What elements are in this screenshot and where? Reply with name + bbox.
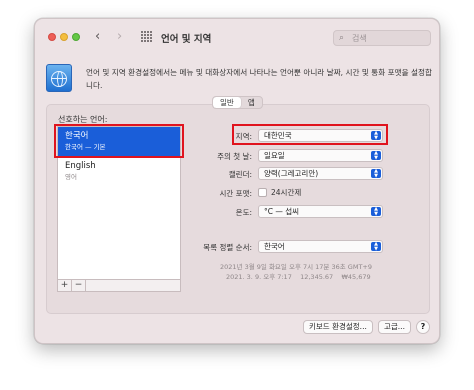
back-arrow-icon[interactable]: ‹: [95, 28, 100, 46]
calendar-value: 양력(그레고리안): [264, 169, 319, 178]
list-sort-value: 한국어: [264, 242, 285, 251]
search-icon: ⌕: [339, 33, 345, 43]
first-day-popup[interactable]: 일요일 ▲ ▼: [258, 149, 383, 162]
pane-description: 언어 및 지역 환경설정에서는 메뉴 및 대화상자에서 나타나는 언어뿐 아니라…: [86, 68, 433, 90]
chevron-updown-icon: ▲ ▼: [371, 169, 381, 178]
search-field[interactable]: ⌕ 검색: [333, 30, 431, 46]
minimize-button[interactable]: [60, 33, 68, 41]
language-sub: 한국어 — 기본: [65, 143, 106, 151]
chevron-updown-icon: ▲ ▼: [371, 242, 381, 251]
language-sub: 영어: [65, 173, 77, 181]
first-day-value: 일요일: [264, 151, 285, 160]
language-name: English: [65, 161, 96, 171]
time-format-label: 시간 포맷:: [219, 189, 252, 198]
sample-date-long: 2021년 3월 9일 화요일 오후 7시 17분 36초 GMT+9: [220, 263, 372, 271]
language-item-english[interactable]: English 영어: [58, 157, 180, 187]
language-list[interactable]: 한국어 한국어 — 기본 English 영어: [57, 126, 181, 280]
close-button[interactable]: [48, 33, 56, 41]
region-label: 지역:: [235, 132, 252, 141]
language-item-korean[interactable]: 한국어 한국어 — 기본: [58, 127, 180, 157]
help-button[interactable]: ?: [416, 320, 430, 334]
temperature-value: °C — 섭씨: [264, 207, 300, 216]
language-name: 한국어: [65, 131, 89, 141]
first-day-label: 주의 첫 날:: [217, 152, 252, 161]
list-sort-popup[interactable]: 한국어 ▲ ▼: [258, 240, 383, 253]
calendar-label: 캘린더:: [228, 170, 252, 179]
add-language-button[interactable]: +: [58, 280, 72, 291]
show-all-grid-icon[interactable]: [141, 31, 152, 42]
tab-apps[interactable]: 앱: [241, 97, 262, 108]
sample-date-short: 2021. 3. 9. 오후 7:17 12,345.67 ₩45,679: [226, 273, 371, 281]
region-value: 대한민국: [264, 131, 292, 140]
remove-language-button[interactable]: −: [72, 280, 86, 291]
zoom-button[interactable]: [72, 33, 80, 41]
24-hour-checkbox-label: 24시간제: [271, 188, 302, 197]
tab-general[interactable]: 일반: [213, 97, 241, 108]
temperature-popup[interactable]: °C — 섭씨 ▲ ▼: [258, 205, 383, 218]
calendar-popup[interactable]: 양력(그레고리안) ▲ ▼: [258, 167, 383, 180]
advanced-button[interactable]: 고급...: [378, 320, 411, 334]
tab-bar: 일반 앱: [212, 96, 263, 109]
list-controls: + −: [57, 280, 181, 292]
chevron-updown-icon: ▲ ▼: [371, 131, 381, 140]
chevron-updown-icon: ▲ ▼: [371, 207, 381, 216]
window-title: 언어 및 지역: [161, 34, 212, 45]
title-bar: ‹ › 언어 및 지역 ⌕ 검색: [35, 19, 439, 55]
preferred-languages-label: 선호하는 언어:: [58, 115, 108, 124]
forward-arrow-icon[interactable]: ›: [117, 28, 122, 46]
temperature-label: 온도:: [235, 208, 252, 217]
list-sort-label: 목록 정렬 순서:: [203, 243, 252, 252]
chevron-updown-icon: ▲ ▼: [371, 151, 381, 160]
24-hour-checkbox[interactable]: [258, 188, 267, 197]
region-popup[interactable]: 대한민국 ▲ ▼: [258, 129, 383, 142]
keyboard-preferences-button[interactable]: 키보드 환경설정...: [303, 320, 373, 334]
search-placeholder: 검색: [352, 34, 367, 43]
globe-flag-icon: [46, 64, 72, 92]
